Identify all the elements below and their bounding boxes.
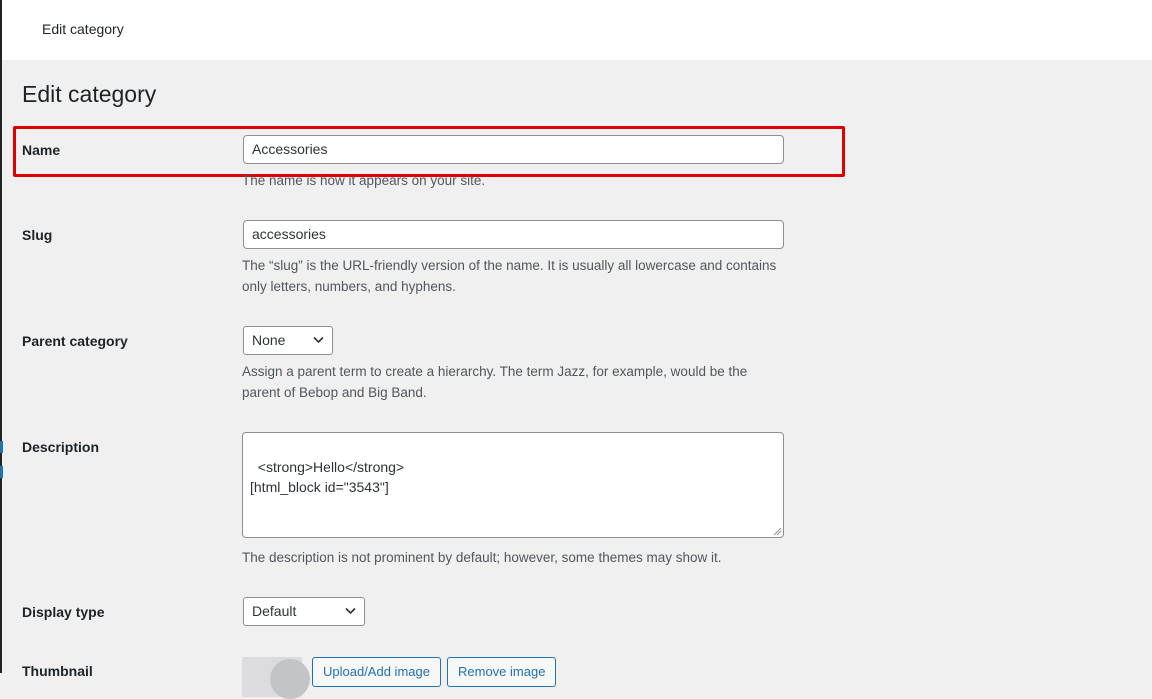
display-type-value: Default <box>252 603 297 619</box>
display-type-select[interactable]: Default <box>243 597 365 626</box>
topbar-title: Edit category <box>42 21 124 37</box>
resize-handle-icon[interactable] <box>772 526 782 536</box>
thumbnail-placeholder-image <box>242 657 310 699</box>
name-help: The name is how it appears on your site. <box>242 173 486 188</box>
left-marker <box>0 466 3 478</box>
parent-category-label: Parent category <box>22 333 128 349</box>
upload-image-button[interactable]: Upload/Add image <box>312 657 441 687</box>
chevron-down-icon <box>345 607 356 615</box>
chevron-down-icon <box>313 336 324 344</box>
left-edge <box>0 0 2 673</box>
slug-input[interactable]: accessories <box>243 220 784 249</box>
page-title: Edit category <box>22 81 157 107</box>
description-help: The description is not prominent by defa… <box>242 550 722 565</box>
top-bar: Edit category <box>2 0 1152 60</box>
left-marker <box>0 441 3 453</box>
slug-label: Slug <box>22 227 53 243</box>
parent-category-value: None <box>252 332 286 348</box>
display-type-label: Display type <box>22 604 105 620</box>
remove-image-button[interactable]: Remove image <box>447 657 557 687</box>
parent-category-help: Assign a parent term to create a hierarc… <box>242 364 748 400</box>
slug-help: The “slug” is the URL-friendly version o… <box>242 258 777 294</box>
description-textarea[interactable]: <strong>Hello</strong> [html_block id="3… <box>242 432 784 538</box>
description-text: <strong>Hello</strong> [html_block id="3… <box>250 459 405 495</box>
thumbnail-label: Thumbnail <box>22 663 93 679</box>
description-label: Description <box>22 439 100 455</box>
parent-category-select[interactable]: None <box>243 326 333 355</box>
